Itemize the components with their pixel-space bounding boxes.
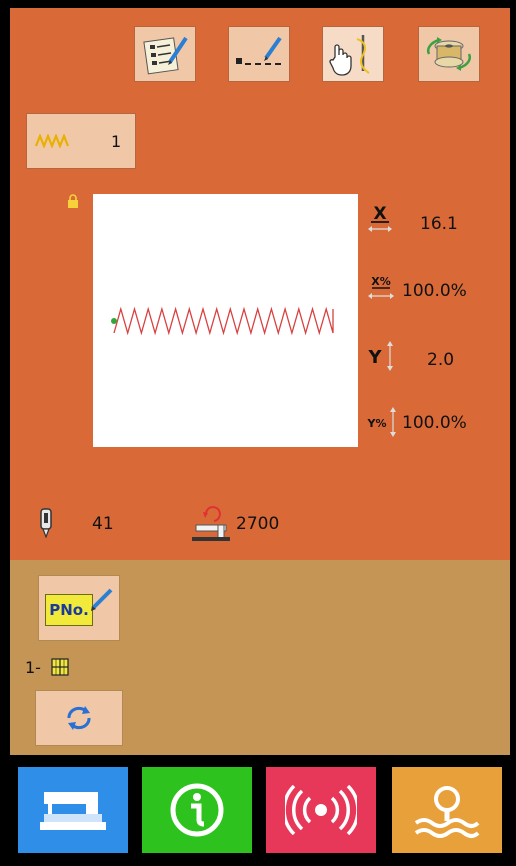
pno-label: PNo. <box>45 594 93 626</box>
y-length-value: 2.0 <box>427 350 455 370</box>
checklist-edit-button[interactable] <box>134 26 196 82</box>
x-length-value: 16.1 <box>420 214 458 234</box>
search-button[interactable] <box>392 767 502 853</box>
app-frame: 1 X 16.1 X% 100.0% Y 2.0 Y% 100.0% 41 27… <box>10 0 510 866</box>
sewing-mode-button[interactable] <box>18 767 128 853</box>
dashed-line-edit-icon <box>236 36 282 65</box>
info-icon <box>170 783 224 837</box>
refresh-icon <box>67 706 91 730</box>
y-length-icon: Y <box>367 341 393 371</box>
dashed-line-edit-button[interactable] <box>228 26 290 82</box>
svg-text:Y: Y <box>367 347 382 368</box>
pattern-preview[interactable] <box>93 194 358 447</box>
info-button[interactable] <box>142 767 252 853</box>
refresh-button[interactable] <box>35 690 123 746</box>
zigzag-stitch-path <box>111 306 334 336</box>
pattern-panel: PNo. 1- <box>10 560 510 755</box>
pencil-icon <box>91 588 113 611</box>
bobbin-wind-button[interactable] <box>418 26 480 82</box>
hand-needle-icon <box>329 35 370 76</box>
stitch-counter: 2700 <box>236 514 280 534</box>
pattern-number-button[interactable]: PNo. <box>38 575 120 641</box>
sewing-machine-icon <box>40 792 106 830</box>
stitch-number: 1 <box>111 132 122 151</box>
needle-count: 41 <box>92 514 114 534</box>
bobbin-wind-icon <box>426 37 472 71</box>
checklist-edit-icon <box>143 36 188 75</box>
start-point-marker <box>111 318 117 324</box>
y-scale-icon: Y% <box>367 407 396 437</box>
counter-icon <box>192 506 230 541</box>
communication-button[interactable] <box>266 767 376 853</box>
pattern-index-label: 1- <box>25 658 41 677</box>
zigzag-icon <box>35 134 70 148</box>
communication-icon <box>285 785 357 835</box>
svg-text:X%: X% <box>371 275 391 288</box>
grid-icon <box>51 658 69 676</box>
pattern-selector[interactable]: 1- <box>25 658 69 677</box>
stitch-type-button[interactable]: 1 <box>26 113 136 169</box>
x-scale-value: 100.0% <box>402 281 467 301</box>
svg-text:X: X <box>373 204 386 224</box>
bottom-nav <box>10 755 510 866</box>
search-icon <box>414 786 480 838</box>
y-scale-value: 100.0% <box>402 413 467 433</box>
needle-icon <box>40 508 52 538</box>
hand-needle-button[interactable] <box>322 26 384 82</box>
lock-icon <box>68 194 78 208</box>
x-length-icon: X <box>368 204 392 232</box>
edit-panel: 1 X 16.1 X% 100.0% Y 2.0 Y% 100.0% 41 27… <box>10 8 510 560</box>
x-scale-icon: X% <box>368 275 394 299</box>
svg-text:Y%: Y% <box>367 417 387 430</box>
